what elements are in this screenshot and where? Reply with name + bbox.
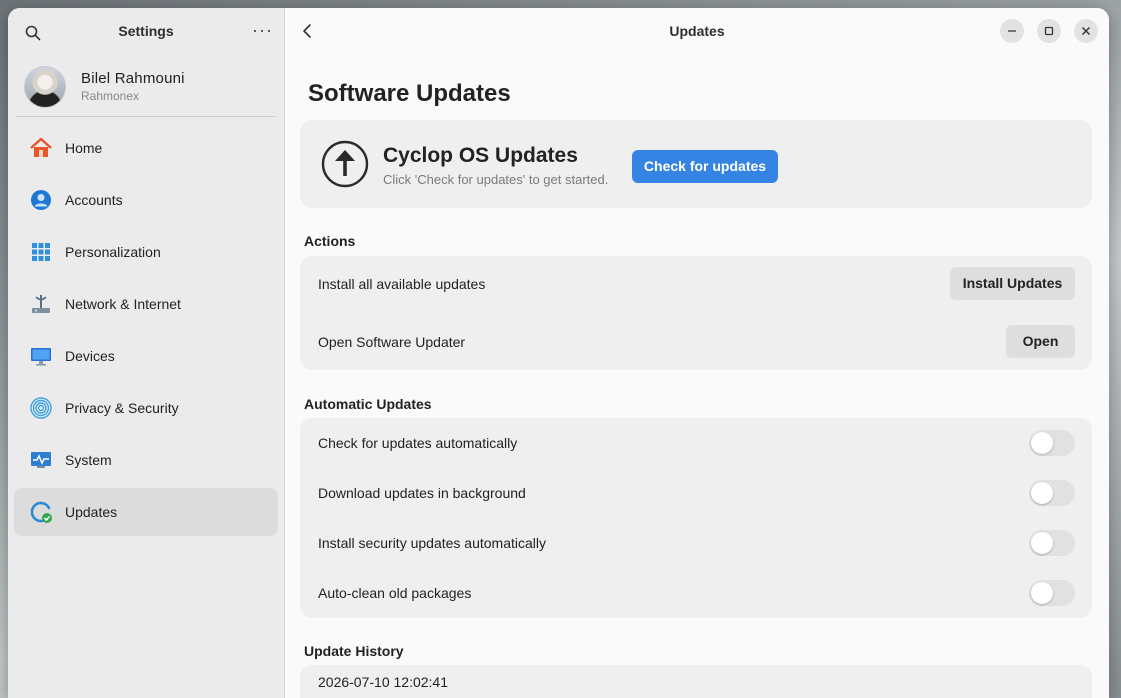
auto-check-label: Check for updates automatically (318, 435, 518, 451)
update-history-title: Update History (304, 643, 404, 659)
toggle-knob (1031, 482, 1053, 504)
minimize-icon (1008, 30, 1016, 32)
update-description: Click 'Check for updates' to get started… (383, 172, 609, 187)
sidebar-item-label: Personalization (65, 244, 161, 260)
content-header: Updates (285, 8, 1109, 54)
more-options-icon[interactable]: ··· (252, 21, 273, 39)
security-updates-label: Install security updates automatically (318, 535, 546, 551)
sidebar: Settings ··· Bilel Rahmouni Rahmonex Hom… (8, 8, 285, 698)
sidebar-item-label: Network & Internet (65, 296, 181, 312)
sidebar-item-label: Updates (65, 504, 118, 520)
background-download-label: Download updates in background (318, 485, 526, 501)
sidebar-item-system[interactable]: System (14, 436, 278, 484)
sidebar-item-label: System (65, 452, 112, 468)
history-entry-timestamp: 2026-07-10 12:02:41 (318, 674, 448, 690)
close-icon (1082, 27, 1090, 35)
sidebar-title: Settings (118, 23, 174, 39)
user-profile[interactable]: Bilel Rahmouni Rahmonex (16, 56, 276, 117)
fingerprint-icon (30, 397, 52, 419)
sidebar-header: Settings ··· (8, 8, 284, 56)
auto-clean-label: Auto-clean old packages (318, 585, 472, 601)
sidebar-item-updates[interactable]: Updates (14, 488, 278, 536)
profile-name: Bilel Rahmouni (81, 70, 185, 87)
os-update-card: Cyclop OS Updates Click 'Check for updat… (300, 120, 1092, 208)
page-header-title: Updates (669, 23, 725, 39)
toggle-knob (1031, 432, 1053, 454)
page-title: Software Updates (308, 80, 511, 107)
home-icon (30, 137, 52, 157)
sidebar-item-label: Devices (65, 348, 115, 364)
auto-clean-toggle[interactable] (1029, 580, 1075, 606)
install-all-label: Install all available updates (318, 276, 486, 292)
automatic-updates-title: Automatic Updates (304, 396, 432, 412)
updates-icon (30, 501, 52, 523)
update-source-name: Cyclop OS Updates (383, 144, 578, 167)
account-icon (31, 190, 51, 210)
actions-card: Install all available updates Install Up… (300, 256, 1092, 370)
sidebar-item-devices[interactable]: Devices (14, 332, 278, 380)
sidebar-item-privacy[interactable]: Privacy & Security (14, 384, 278, 432)
network-icon (32, 295, 50, 313)
update-history-card: 2026-07-10 12:02:41 (300, 665, 1092, 698)
avatar (24, 66, 66, 108)
sidebar-item-label: Accounts (65, 192, 123, 208)
close-button[interactable] (1074, 19, 1098, 43)
sidebar-item-label: Privacy & Security (65, 400, 179, 416)
install-updates-button[interactable]: Install Updates (950, 267, 1075, 300)
maximize-button[interactable] (1037, 19, 1061, 43)
sidebar-nav: Home Accounts Personalization Network & … (14, 124, 278, 540)
minimize-button[interactable] (1000, 19, 1024, 43)
sidebar-item-home[interactable]: Home (14, 124, 278, 172)
system-icon (31, 452, 51, 468)
maximize-icon (1044, 26, 1054, 36)
sidebar-item-network[interactable]: Network & Internet (14, 280, 278, 328)
background-download-toggle[interactable] (1029, 480, 1075, 506)
actions-section-title: Actions (304, 233, 356, 249)
monitor-icon (31, 348, 51, 366)
sidebar-item-accounts[interactable]: Accounts (14, 176, 278, 224)
security-updates-toggle[interactable] (1029, 530, 1075, 556)
sidebar-item-personalization[interactable]: Personalization (14, 228, 278, 276)
open-updater-label: Open Software Updater (318, 334, 466, 350)
settings-window: Settings ··· Bilel Rahmouni Rahmonex Hom… (8, 8, 1109, 698)
main-content: Updates Software Updates Cyclop OS Updat… (285, 8, 1109, 698)
toggle-knob (1031, 582, 1053, 604)
upload-arrow-icon (321, 140, 369, 188)
sidebar-item-label: Home (65, 140, 103, 156)
check-for-updates-button[interactable]: Check for updates (632, 150, 778, 183)
automatic-updates-card: Check for updates automatically Download… (300, 418, 1092, 618)
auto-check-toggle[interactable] (1029, 430, 1075, 456)
grid-icon (32, 243, 50, 261)
profile-username: Rahmonex (81, 89, 140, 103)
toggle-knob (1031, 532, 1053, 554)
open-updater-button[interactable]: Open (1006, 325, 1075, 358)
